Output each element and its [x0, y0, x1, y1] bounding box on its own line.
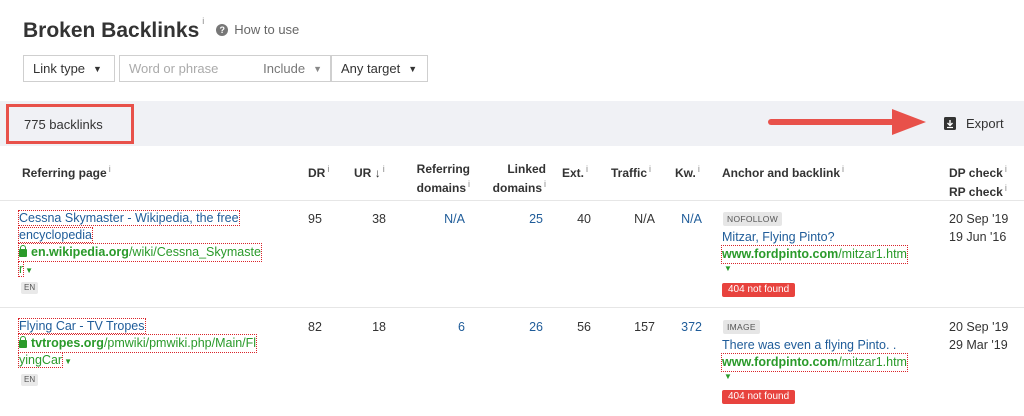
include-label: Include [263, 61, 306, 76]
status-badge: 404 not found [722, 283, 796, 297]
rp-check-value: 29 Mar '19 [949, 338, 1008, 352]
anchor-cell: There was even a flying Pinto. . www.for… [721, 337, 908, 383]
backlinks-count: 775 backlinks [6, 104, 134, 144]
rp-check-value: 19 Jun '16 [949, 230, 1007, 244]
backlinks-count-label: 775 backlinks [24, 116, 103, 132]
col-kw[interactable]: Kw. i [675, 162, 700, 181]
sort-desc-icon: ↓ [374, 166, 381, 180]
filter-bar: Link type ▼ Word or phrase Include ▼ Any… [23, 55, 428, 82]
chevron-down-icon: ▼ [93, 63, 102, 74]
language-badge: EN [21, 282, 39, 294]
col-dp-rp-check[interactable]: DP check i RP check i [949, 162, 1007, 200]
referring-page-title-link[interactable]: Flying Car - TV Tropes [18, 318, 146, 334]
col-referring-page[interactable]: Referring page i [22, 162, 111, 181]
link-type-dropdown[interactable]: Link type ▼ [23, 55, 115, 82]
language-badge: EN [21, 374, 39, 386]
export-button[interactable]: Export [944, 116, 1004, 131]
dr-value: 95 [308, 212, 322, 226]
chevron-down-icon[interactable]: ▼ [64, 357, 72, 366]
dp-check-value: 20 Sep '19 [949, 320, 1009, 334]
header-divider [0, 200, 1024, 201]
referring-page-url-link-cont[interactable]: r [17, 261, 25, 277]
col-ext[interactable]: Ext. i [562, 162, 588, 181]
linked-domains-value[interactable]: 25 [500, 211, 543, 228]
any-target-label: Any target [341, 61, 401, 76]
ur-value: 38 [372, 212, 386, 226]
phrase-placeholder: Word or phrase [129, 61, 219, 76]
include-dropdown[interactable]: Include ▼ [263, 55, 331, 82]
referring-page-cell: Cessna Skymaster - Wikipedia, the free e… [17, 210, 262, 279]
kw-value[interactable]: N/A [662, 211, 702, 228]
dr-value: 82 [308, 320, 322, 334]
col-ur[interactable]: UR ↓ i [354, 162, 385, 181]
phrase-search-input[interactable]: Word or phrase [119, 55, 269, 82]
col-dr[interactable]: DR i [308, 162, 329, 181]
chevron-down-icon[interactable]: ▼ [724, 371, 907, 383]
anchor-text-link[interactable]: There was even a flying Pinto. . [722, 338, 896, 352]
image-badge: IMAGE [723, 320, 760, 334]
row-divider [0, 307, 1024, 308]
anchor-text-link[interactable]: Mitzar, Flying Pinto? [722, 230, 835, 244]
arrow-right-icon [768, 107, 928, 140]
chevron-down-icon: ▼ [408, 63, 418, 74]
ext-value: 40 [577, 212, 591, 226]
backlink-url-link[interactable]: www.fordpinto.com/mitzar1.htm [721, 245, 908, 264]
help-icon: ? [216, 23, 229, 36]
how-to-use-label: How to use [234, 22, 300, 37]
linked-domains-value[interactable]: 26 [500, 319, 543, 336]
referring-page-title-link-cont[interactable]: encyclopedia [18, 227, 93, 243]
status-badge: 404 not found [722, 390, 796, 404]
lock-icon [19, 336, 27, 348]
col-linked-domains[interactable]: Linked domains i [480, 162, 546, 196]
chevron-down-icon[interactable]: ▼ [724, 263, 907, 275]
lock-icon [19, 245, 27, 257]
chevron-down-icon[interactable]: ▼ [25, 266, 33, 275]
backlink-url-link[interactable]: www.fordpinto.com/mitzar1.htm [721, 353, 908, 372]
referring-domains-value[interactable]: N/A [420, 211, 465, 228]
traffic-value: N/A [634, 212, 655, 226]
referring-page-url-link-cont[interactable]: yingCar [17, 352, 64, 368]
kw-value[interactable]: 372 [662, 319, 702, 336]
col-traffic[interactable]: Traffic i [611, 162, 651, 181]
referring-page-cell: Flying Car - TV Tropes tvtropes.org/pmwi… [17, 318, 258, 370]
how-to-use-link[interactable]: ? How to use [216, 22, 299, 37]
col-anchor-backlink[interactable]: Anchor and backlink i [722, 162, 844, 181]
page-header: Broken Backlinks i ? How to use [23, 14, 299, 48]
col-referring-domains[interactable]: Referring domains i [398, 162, 470, 196]
referring-page-title-link[interactable]: Cessna Skymaster - Wikipedia, the free [18, 210, 240, 226]
referring-page-url-link[interactable]: tvtropes.org/pmwiki/pmwiki.php/Main/Fl [17, 334, 258, 353]
ext-value: 56 [577, 320, 591, 334]
nofollow-badge: NOFOLLOW [723, 212, 783, 226]
page-title: Broken Backlinks [23, 19, 200, 42]
referring-domains-value[interactable]: 6 [420, 319, 465, 336]
dp-check-value: 20 Sep '19 [949, 212, 1009, 226]
link-type-label: Link type [33, 61, 86, 76]
chevron-down-icon: ▼ [313, 63, 322, 74]
ur-value: 18 [372, 320, 386, 334]
traffic-value: 157 [634, 320, 655, 334]
referring-page-url-link[interactable]: en.wikipedia.org/wiki/Cessna_Skymaste [18, 243, 262, 262]
any-target-dropdown[interactable]: Any target ▼ [331, 55, 428, 82]
export-icon [944, 117, 956, 130]
title-info-icon[interactable]: i [202, 14, 204, 28]
anchor-cell: Mitzar, Flying Pinto? www.fordpinto.com/… [721, 229, 908, 275]
export-label: Export [966, 116, 1004, 131]
